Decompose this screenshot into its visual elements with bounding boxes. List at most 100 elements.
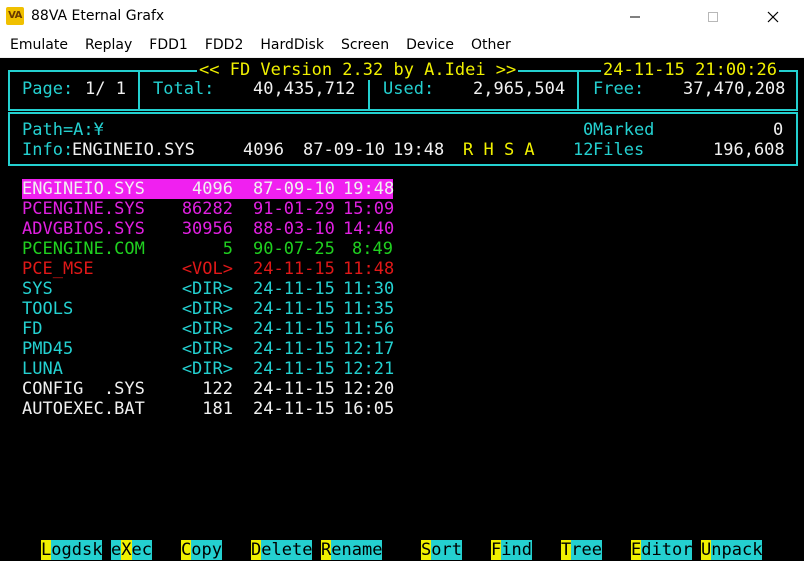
maximize-button[interactable] [690, 0, 736, 33]
function-key-bar: Logdsk eXec Copy Delete Rename Sort Find… [0, 540, 804, 560]
file-row[interactable]: PCE_MSE <VOL> 24-11-15 11:48 [22, 259, 395, 279]
file-name: ENGINEIO.SYS [22, 179, 145, 199]
title-bar: VA 88VA Eternal Grafx [0, 0, 804, 33]
file-time: 11:35 [343, 299, 395, 319]
menu-fdd2[interactable]: FDD2 [199, 37, 250, 53]
file-time: 19:48 [343, 179, 395, 199]
menu-emulate[interactable]: Emulate [4, 37, 74, 53]
header-divider [138, 72, 140, 109]
file-date: 24-11-15 [253, 379, 335, 399]
file-date: 24-11-15 [253, 339, 335, 359]
maximize-icon [708, 11, 718, 22]
file-row[interactable]: ENGINEIO.SYS 4096 87-09-10 19:48 [22, 179, 395, 199]
files-total-size: 196,608 [713, 140, 785, 160]
file-date: 24-11-15 [253, 359, 335, 379]
file-name: CONFIG .SYS [22, 379, 145, 399]
minimize-button[interactable] [612, 0, 658, 33]
file-row[interactable]: ADVGBIOS.SYS 30956 88-03-10 14:40 [22, 219, 395, 239]
free-label: Free: [593, 79, 645, 99]
file-row[interactable]: SYS <DIR> 24-11-15 11:30 [22, 279, 395, 299]
marked-size: 0 [773, 120, 784, 140]
minimize-icon [630, 16, 640, 17]
file-time: 14:40 [343, 219, 395, 239]
file-row[interactable]: PMD45 <DIR> 24-11-15 12:17 [22, 339, 395, 359]
file-size: 4096 [192, 179, 233, 199]
file-size: <VOL> [181, 259, 233, 279]
page-label: Page: [22, 79, 74, 99]
file-date: 88-03-10 [253, 219, 335, 239]
file-name: PCENGINE.COM [22, 239, 145, 259]
header-divider [577, 72, 579, 109]
file-name: SYS [22, 279, 53, 299]
fkey-unpack[interactable]: Unpack [701, 540, 763, 560]
fkey-editor[interactable]: Editor [631, 540, 693, 560]
file-name: AUTOEXEC.BAT [22, 399, 145, 419]
menu-bar: Emulate Replay FDD1 FDD2 HardDisk Screen… [0, 33, 804, 58]
file-row[interactable]: AUTOEXEC.BAT 181 24-11-15 16:05 [22, 399, 395, 419]
window-title: 88VA Eternal Grafx [31, 8, 165, 24]
program-title: << FD Version 2.32 by A.Idei >> [197, 60, 519, 80]
file-size: 122 [202, 379, 233, 399]
close-button[interactable] [750, 0, 796, 33]
fkey-sort[interactable]: Sort [421, 540, 462, 560]
file-date: 91-01-29 [253, 199, 335, 219]
file-name: ADVGBIOS.SYS [22, 219, 145, 239]
fkey-exec[interactable]: eXec [111, 540, 152, 560]
file-time: 12:21 [343, 359, 395, 379]
menu-replay[interactable]: Replay [79, 37, 138, 53]
file-time: 11:56 [343, 319, 395, 339]
clock-datetime: 24-11-15 21:00:26 [601, 60, 779, 80]
file-time: 15:09 [343, 199, 395, 219]
fkey-copy[interactable]: Copy [181, 540, 222, 560]
file-size: <DIR> [181, 339, 233, 359]
menu-other[interactable]: Other [465, 37, 517, 53]
file-row[interactable]: PCENGINE.COM 5 90-07-25 8:49 [22, 239, 393, 259]
file-row[interactable]: FD <DIR> 24-11-15 11:56 [22, 319, 395, 339]
info-filename: ENGINEIO.SYS [72, 140, 195, 160]
file-row[interactable]: PCENGINE.SYS 86282 91-01-29 15:09 [22, 199, 395, 219]
file-name: FD [22, 319, 43, 339]
fkey-delete[interactable]: Delete [251, 540, 313, 560]
marked-count: 0 [583, 120, 594, 140]
menu-screen[interactable]: Screen [335, 37, 395, 53]
file-row[interactable]: TOOLS <DIR> 24-11-15 11:35 [22, 299, 395, 319]
menu-harddisk[interactable]: HardDisk [254, 37, 330, 53]
file-date: 24-11-15 [253, 299, 335, 319]
files-count: 12 [573, 140, 594, 160]
menu-fdd1[interactable]: FDD1 [143, 37, 194, 53]
page-value: 1/ 1 [85, 79, 126, 99]
file-time: 12:20 [343, 379, 395, 399]
file-size: 181 [202, 399, 233, 419]
emulator-screen[interactable]: << FD Version 2.32 by A.Idei >> 24-11-15… [0, 58, 804, 561]
fkey-rename[interactable]: Rename [321, 540, 383, 560]
file-time: 16:05 [343, 399, 395, 419]
file-date: 24-11-15 [253, 279, 335, 299]
file-time: 11:48 [343, 259, 395, 279]
file-size: <DIR> [181, 319, 233, 339]
total-value: 40,435,712 [253, 79, 356, 99]
file-date: 24-11-15 [253, 399, 335, 419]
file-name: TOOLS [22, 299, 74, 319]
fkey-tree[interactable]: Tree [561, 540, 602, 560]
file-name: PCE_MSE [22, 259, 94, 279]
file-size: 30956 [181, 219, 233, 239]
total-label: Total: [153, 79, 215, 99]
file-size: <DIR> [181, 279, 233, 299]
fkey-logdsk[interactable]: Logdsk [41, 540, 103, 560]
file-size: 5 [222, 239, 233, 259]
file-time: 8:49 [352, 239, 393, 259]
marked-label: Marked [593, 120, 655, 140]
file-size: <DIR> [181, 359, 233, 379]
fkey-find[interactable]: Find [491, 540, 532, 560]
used-value: 2,965,504 [473, 79, 566, 99]
file-row[interactable]: LUNA <DIR> 24-11-15 12:21 [22, 359, 395, 379]
info-label: Info: [22, 140, 74, 160]
menu-device[interactable]: Device [400, 37, 460, 53]
file-row[interactable]: CONFIG .SYS 122 24-11-15 12:20 [22, 379, 395, 399]
file-date: 24-11-15 [253, 319, 335, 339]
file-time: 11:30 [343, 279, 395, 299]
files-label: Files [593, 140, 645, 160]
info-time: 19:48 [393, 140, 445, 160]
file-time: 12:17 [343, 339, 395, 359]
close-icon [767, 11, 779, 22]
